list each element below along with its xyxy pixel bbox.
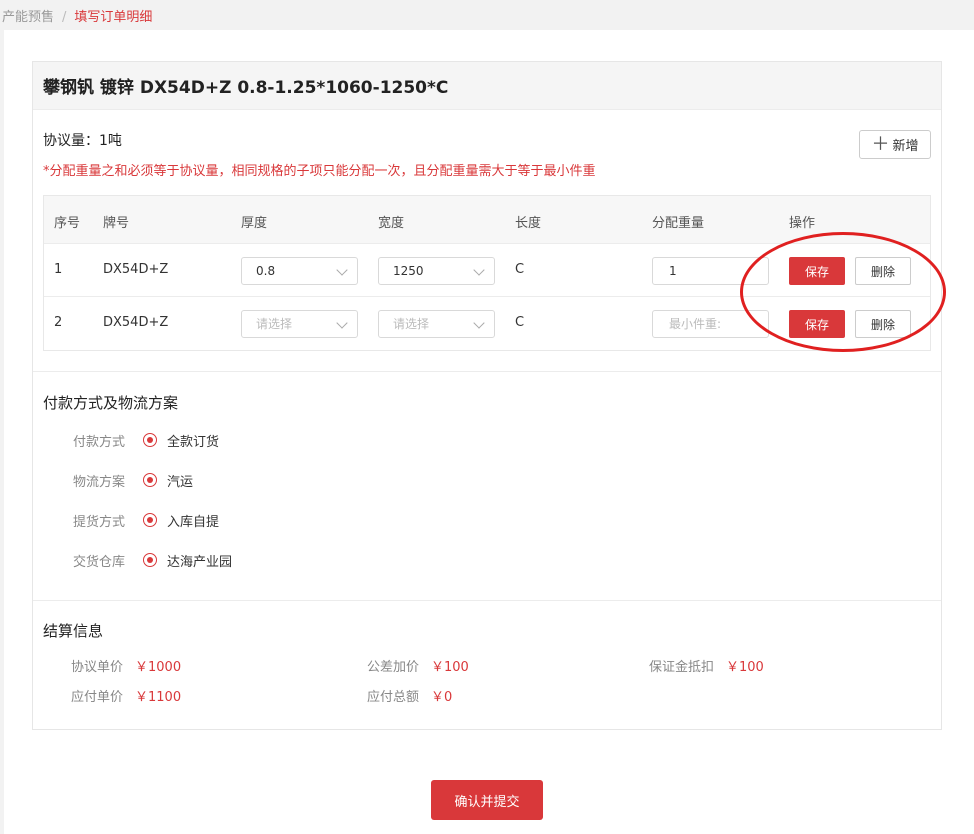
save-button[interactable]: 保存 bbox=[789, 257, 845, 285]
delete-button[interactable]: 删除 bbox=[855, 257, 911, 285]
weight-input[interactable]: 1 bbox=[652, 257, 769, 285]
add-button-label: 新增 bbox=[892, 139, 919, 154]
column-header-width: 宽度 bbox=[378, 216, 405, 231]
pickup-method-radio[interactable] bbox=[143, 513, 157, 527]
width-select-placeholder: 请选择 bbox=[393, 317, 430, 331]
row-grade: DX54D+Z bbox=[103, 315, 169, 330]
column-header-length: 长度 bbox=[515, 216, 542, 231]
allocation-notice: *分配重量之和必须等于协议量，相同规格的子项只能分配一次，且分配重量需大于等于最… bbox=[43, 164, 596, 179]
logistics-plan-row: 物流方案 汽运 bbox=[73, 470, 193, 490]
settlement-label: 应付总额 bbox=[367, 690, 420, 705]
column-header-grade: 牌号 bbox=[103, 216, 130, 231]
order-card: 攀钢钒 镀锌 DX54D+Z 0.8-1.25*1060-1250*C 协议量：… bbox=[32, 61, 942, 730]
weight-input[interactable]: 最小件重: bbox=[652, 310, 769, 338]
add-button[interactable]: ＋ 新增 bbox=[859, 130, 931, 159]
chevron-down-icon bbox=[473, 264, 485, 276]
column-header-action: 操作 bbox=[789, 216, 816, 231]
settlement-label: 公差加价 bbox=[367, 660, 420, 675]
settlement-label: 应付单价 bbox=[71, 690, 124, 705]
settlement-label: 保证金抵扣 bbox=[649, 660, 715, 675]
weight-input-value: 1 bbox=[669, 264, 677, 278]
payment-section-title: 付款方式及物流方案 bbox=[43, 394, 179, 412]
settlement-value: ￥1000 bbox=[135, 660, 182, 675]
thickness-select-placeholder: 请选择 bbox=[256, 317, 293, 331]
save-button[interactable]: 保存 bbox=[789, 310, 845, 338]
agreement-value: 1吨 bbox=[99, 133, 122, 149]
settlement-item: 应付总额 ￥0 bbox=[367, 686, 452, 705]
settlement-value: ￥100 bbox=[431, 660, 469, 675]
column-header-index: 序号 bbox=[54, 216, 81, 231]
row-length: C bbox=[515, 315, 525, 330]
pickup-method-row: 提货方式 入库自提 bbox=[73, 510, 219, 530]
settlement-label: 协议单价 bbox=[71, 660, 124, 675]
thickness-select[interactable]: 0.8 bbox=[241, 257, 358, 285]
payment-method-label: 付款方式 bbox=[73, 434, 126, 450]
width-select[interactable]: 1250 bbox=[378, 257, 495, 285]
breadcrumb: 产能预售 / 填写订单明细 bbox=[2, 6, 152, 25]
settlement-section-title: 结算信息 bbox=[43, 622, 104, 640]
breadcrumb-current: 填写订单明细 bbox=[74, 10, 153, 25]
row-grade: DX54D+Z bbox=[103, 262, 169, 277]
table-header: 序号 牌号 厚度 宽度 长度 分配重量 操作 bbox=[44, 196, 930, 244]
settlement-value: ￥1100 bbox=[135, 690, 182, 705]
settlement-item: 公差加价 ￥100 bbox=[367, 656, 469, 675]
section-divider bbox=[33, 600, 941, 601]
allocation-table: 序号 牌号 厚度 宽度 长度 分配重量 操作 1 DX54D+Z 0.8 125… bbox=[43, 195, 931, 351]
logistics-plan-value[interactable]: 汽运 bbox=[167, 471, 193, 490]
settlement-item: 协议单价 ￥1000 bbox=[71, 656, 181, 675]
weight-input-placeholder: 最小件重: bbox=[669, 317, 722, 331]
warehouse-label: 交货仓库 bbox=[73, 554, 126, 570]
pickup-method-value[interactable]: 入库自提 bbox=[167, 511, 219, 530]
delete-button[interactable]: 删除 bbox=[855, 310, 911, 338]
submit-button[interactable]: 确认并提交 bbox=[431, 780, 543, 820]
product-title: 攀钢钒 镀锌 DX54D+Z 0.8-1.25*1060-1250*C bbox=[43, 78, 449, 98]
column-header-weight: 分配重量 bbox=[652, 216, 705, 231]
pickup-method-label: 提货方式 bbox=[73, 514, 126, 530]
payment-method-value[interactable]: 全款订货 bbox=[167, 431, 219, 450]
plus-icon: ＋ bbox=[871, 133, 890, 155]
logistics-plan-label: 物流方案 bbox=[73, 474, 126, 490]
agreement-label: 协议量： bbox=[43, 133, 99, 149]
chevron-down-icon bbox=[336, 317, 348, 329]
width-select-value: 1250 bbox=[393, 264, 424, 278]
warehouse-radio[interactable] bbox=[143, 553, 157, 567]
column-header-thickness: 厚度 bbox=[241, 216, 268, 231]
settlement-value: ￥0 bbox=[431, 690, 453, 705]
warehouse-value[interactable]: 达海产业园 bbox=[167, 551, 232, 570]
breadcrumb-parent[interactable]: 产能预售 bbox=[2, 10, 54, 25]
chevron-down-icon bbox=[473, 317, 485, 329]
table-row: 2 DX54D+Z 请选择 请选择 C 最小件重: 保存 删除 bbox=[44, 297, 930, 350]
chevron-down-icon bbox=[336, 264, 348, 276]
warehouse-row: 交货仓库 达海产业园 bbox=[73, 550, 232, 570]
agreement-quantity: 协议量：1吨 bbox=[43, 130, 122, 150]
settlement-value: ￥100 bbox=[726, 660, 764, 675]
row-index: 2 bbox=[54, 315, 63, 330]
settlement-item: 应付单价 ￥1100 bbox=[71, 686, 181, 705]
thickness-select-value: 0.8 bbox=[256, 264, 276, 278]
row-index: 1 bbox=[54, 262, 63, 277]
table-row: 1 DX54D+Z 0.8 1250 C 1 保存 删除 bbox=[44, 244, 930, 297]
width-select[interactable]: 请选择 bbox=[378, 310, 495, 338]
breadcrumb-separator: / bbox=[62, 10, 67, 25]
section-divider bbox=[33, 371, 941, 372]
payment-method-radio[interactable] bbox=[143, 433, 157, 447]
logistics-plan-radio[interactable] bbox=[143, 473, 157, 487]
payment-method-row: 付款方式 全款订货 bbox=[73, 430, 219, 450]
row-length: C bbox=[515, 262, 525, 277]
thickness-select[interactable]: 请选择 bbox=[241, 310, 358, 338]
card-header: 攀钢钒 镀锌 DX54D+Z 0.8-1.25*1060-1250*C bbox=[33, 62, 941, 110]
settlement-item: 保证金抵扣 ￥100 bbox=[649, 656, 764, 675]
